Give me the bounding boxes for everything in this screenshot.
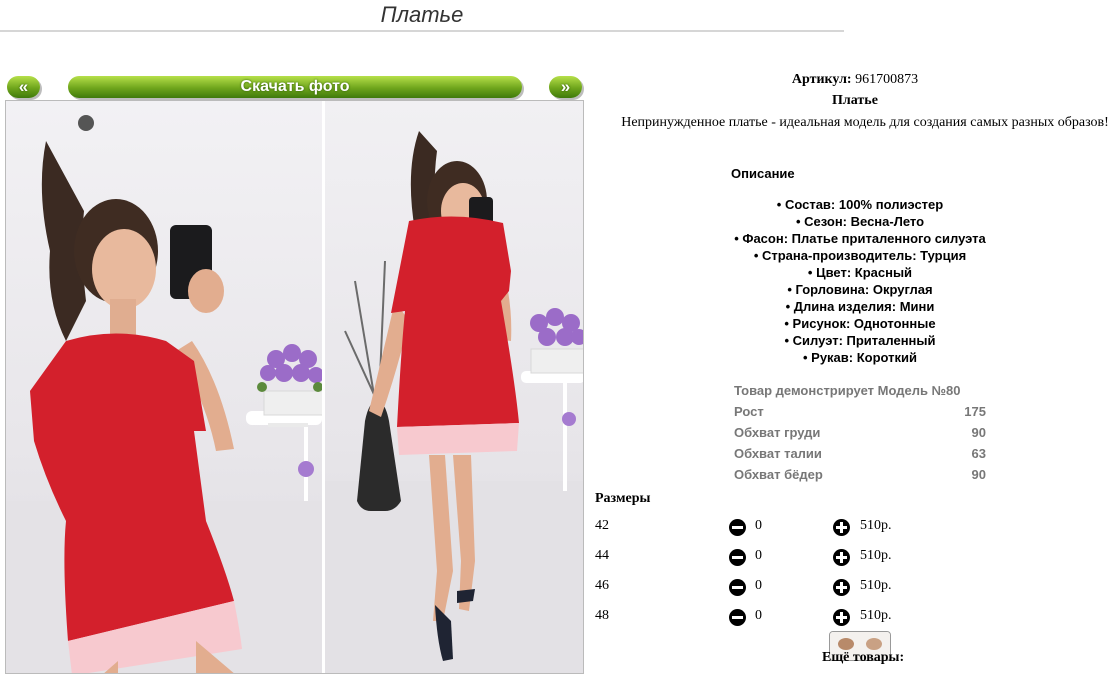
sizes-heading: Размеры bbox=[595, 491, 651, 506]
feature-item: • Силуэт: Приталенный bbox=[784, 333, 936, 348]
product-description: Непринужденное платье - идеальная модель… bbox=[621, 115, 1109, 130]
plus-icon[interactable] bbox=[833, 579, 850, 596]
download-photo-button[interactable]: Скачать фото bbox=[68, 76, 522, 98]
product-photo-front[interactable] bbox=[6, 101, 322, 673]
sku-value: 961700873 bbox=[855, 72, 919, 87]
product-photo-full[interactable] bbox=[325, 101, 583, 673]
model-row-label: Рост bbox=[734, 404, 764, 419]
plus-icon[interactable] bbox=[833, 609, 850, 626]
next-photo-button[interactable]: » bbox=[549, 76, 582, 98]
size-label: 44 bbox=[595, 548, 609, 563]
size-row: 48 0 510р. bbox=[595, 608, 915, 628]
model-row: Обхват талии 63 bbox=[734, 443, 986, 464]
features-list: • Состав: 100% полиэстер • Сезон: Весна-… bbox=[660, 196, 1060, 366]
size-row: 42 0 510р. bbox=[595, 518, 915, 538]
feature-item: • Сезон: Весна-Лето bbox=[795, 214, 925, 229]
model-row-value: 90 bbox=[971, 467, 986, 482]
model-row: Обхват груди 90 bbox=[734, 422, 986, 443]
size-price: 510р. bbox=[860, 548, 892, 563]
model-row: Рост 175 bbox=[734, 401, 986, 422]
size-quantity: 0 bbox=[755, 578, 762, 593]
size-price: 510р. bbox=[860, 578, 892, 593]
minus-icon[interactable] bbox=[729, 519, 746, 536]
minus-icon[interactable] bbox=[729, 549, 746, 566]
sku-label: Артикул: bbox=[791, 72, 852, 87]
size-label: 42 bbox=[595, 518, 609, 533]
feature-item: • Рукав: Короткий bbox=[802, 350, 918, 365]
description-heading: Описание bbox=[731, 166, 795, 181]
size-label: 46 bbox=[595, 578, 609, 593]
page-title: Платье bbox=[0, 0, 844, 32]
size-quantity: 0 bbox=[755, 548, 762, 563]
minus-icon[interactable] bbox=[729, 579, 746, 596]
size-row: 46 0 510р. bbox=[595, 578, 915, 598]
model-row-label: Обхват груди bbox=[734, 425, 821, 440]
model-row-value: 63 bbox=[971, 446, 986, 461]
product-name: Платье bbox=[832, 93, 878, 108]
sku-line: Артикул: 961700873 bbox=[590, 72, 1120, 88]
feature-item: • Состав: 100% полиэстер bbox=[776, 197, 944, 212]
feature-item: • Страна-производитель: Турция bbox=[753, 248, 967, 263]
model-row-label: Товар демонстрирует Модель №80 bbox=[734, 383, 961, 398]
size-price: 510р. bbox=[860, 608, 892, 623]
size-row: 44 0 510р. bbox=[595, 548, 915, 568]
model-row-value: 90 bbox=[971, 425, 986, 440]
size-quantity: 0 bbox=[755, 608, 762, 623]
size-quantity: 0 bbox=[755, 518, 762, 533]
feature-item: • Рисунок: Однотонные bbox=[784, 316, 936, 331]
size-price: 510р. bbox=[860, 518, 892, 533]
prev-photo-button[interactable]: « bbox=[7, 76, 40, 98]
model-row-label: Обхват талии bbox=[734, 446, 822, 461]
minus-icon[interactable] bbox=[729, 609, 746, 626]
size-label: 48 bbox=[595, 608, 609, 623]
model-row-label: Обхват бёдер bbox=[734, 467, 823, 482]
more-goods-heading: Ещё товары: bbox=[822, 650, 905, 665]
feature-item: • Длина изделия: Мини bbox=[785, 299, 935, 314]
plus-icon[interactable] bbox=[833, 519, 850, 536]
plus-icon[interactable] bbox=[833, 549, 850, 566]
product-photos bbox=[5, 100, 584, 674]
model-row: Обхват бёдер 90 bbox=[734, 464, 986, 485]
model-row: Товар демонстрирует Модель №80 bbox=[734, 380, 986, 401]
model-row-value: 175 bbox=[964, 404, 986, 419]
feature-item: • Фасон: Платье приталенного силуэта bbox=[734, 231, 986, 246]
feature-item: • Горловина: Округлая bbox=[787, 282, 933, 297]
model-measurements: Товар демонстрирует Модель №80 Рост 175 … bbox=[734, 380, 986, 485]
feature-item: • Цвет: Красный bbox=[807, 265, 913, 280]
